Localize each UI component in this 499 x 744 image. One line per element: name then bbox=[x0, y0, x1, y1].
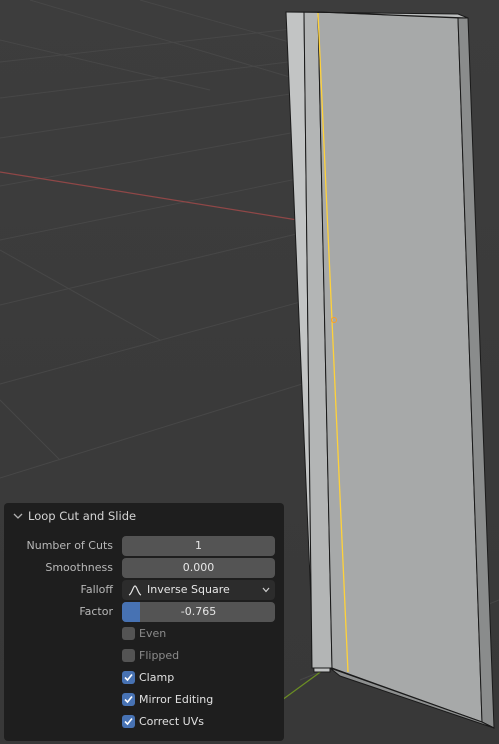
operator-panel: Loop Cut and Slide Number of Cuts 1 Smoo… bbox=[4, 503, 284, 741]
checkmark-icon bbox=[124, 717, 133, 726]
checkmark-icon bbox=[124, 673, 133, 682]
mirror-editing-label[interactable]: Mirror Editing bbox=[139, 690, 213, 710]
panel-title: Loop Cut and Slide bbox=[28, 509, 137, 523]
row-smoothness: Smoothness 0.000 bbox=[4, 558, 284, 578]
factor-slider-fill bbox=[122, 602, 141, 622]
row-even: Even bbox=[4, 624, 284, 644]
correct-uvs-label[interactable]: Correct UVs bbox=[139, 712, 204, 732]
chevron-down-icon bbox=[262, 587, 270, 593]
panel-header[interactable]: Loop Cut and Slide bbox=[4, 503, 284, 529]
row-mirror-editing: Mirror Editing bbox=[4, 690, 284, 710]
clamp-label[interactable]: Clamp bbox=[139, 668, 174, 688]
flipped-label[interactable]: Flipped bbox=[139, 646, 179, 666]
factor-value: -0.765 bbox=[180, 605, 217, 618]
even-label[interactable]: Even bbox=[139, 624, 166, 644]
smoothness-field[interactable]: 0.000 bbox=[122, 558, 275, 578]
number-of-cuts-value: 1 bbox=[195, 539, 202, 552]
mirror-editing-checkbox[interactable] bbox=[122, 693, 135, 706]
row-falloff: Falloff Inverse Square bbox=[4, 580, 284, 600]
mesh-object[interactable] bbox=[285, 11, 495, 729]
smoothness-label: Smoothness bbox=[45, 561, 113, 574]
row-clamp: Clamp bbox=[4, 668, 284, 688]
factor-label: Factor bbox=[79, 605, 113, 618]
falloff-value: Inverse Square bbox=[147, 583, 230, 596]
falloff-label: Falloff bbox=[80, 583, 113, 596]
flipped-checkbox[interactable] bbox=[122, 649, 135, 662]
even-checkbox[interactable] bbox=[122, 627, 135, 640]
number-of-cuts-label: Number of Cuts bbox=[26, 539, 113, 552]
checkmark-icon bbox=[124, 695, 133, 704]
clamp-checkbox[interactable] bbox=[122, 671, 135, 684]
row-number-of-cuts: Number of Cuts 1 bbox=[4, 536, 284, 556]
smoothness-value: 0.000 bbox=[182, 561, 215, 574]
factor-slider[interactable]: -0.765 bbox=[122, 602, 275, 622]
row-correct-uvs: Correct UVs bbox=[4, 712, 284, 732]
correct-uvs-checkbox[interactable] bbox=[122, 715, 135, 728]
chevron-down-icon bbox=[13, 513, 23, 519]
row-flipped: Flipped bbox=[4, 646, 284, 666]
row-factor: Factor -0.765 bbox=[4, 602, 284, 622]
inverse-square-curve-icon bbox=[128, 585, 142, 596]
number-of-cuts-field[interactable]: 1 bbox=[122, 536, 275, 556]
falloff-dropdown[interactable]: Inverse Square bbox=[122, 580, 275, 600]
